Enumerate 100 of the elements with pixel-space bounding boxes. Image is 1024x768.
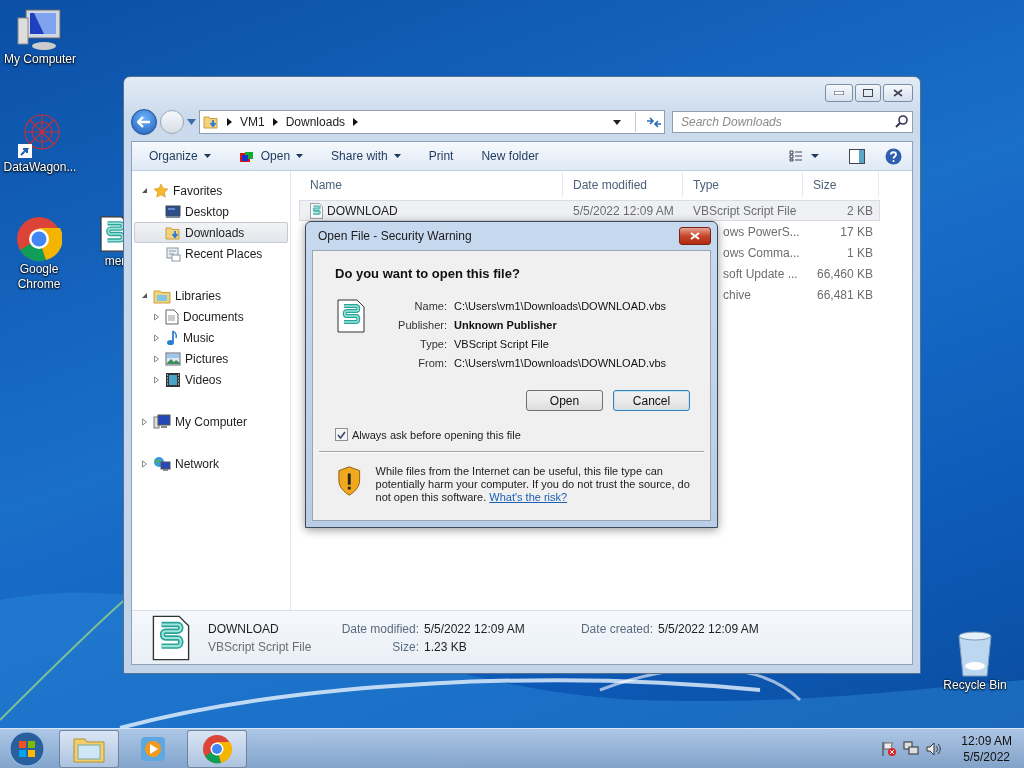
- expand-arrow-icon[interactable]: [153, 375, 160, 384]
- script-file-icon: [337, 299, 365, 333]
- nav-item[interactable]: Recent Places: [134, 243, 288, 264]
- nav-item[interactable]: Pictures: [134, 348, 288, 369]
- expand-arrow-icon[interactable]: [153, 333, 160, 342]
- clock-date: 5/5/2022: [963, 748, 1010, 765]
- caret-icon: [393, 154, 401, 158]
- column-header[interactable]: Size: [803, 172, 879, 197]
- nav-item[interactable]: Documents: [134, 306, 288, 327]
- breadcrumb-item[interactable]: VM1: [240, 115, 265, 129]
- collapse-arrow-icon[interactable]: [141, 187, 148, 194]
- recycle-bin-icon: [955, 630, 995, 678]
- search-field[interactable]: Search Downloads: [672, 111, 913, 133]
- help-icon[interactable]: [885, 147, 902, 165]
- toolbar-button[interactable]: New folder: [474, 145, 546, 167]
- field-label: Size:: [391, 639, 419, 654]
- preview-pane-icon[interactable]: [849, 148, 865, 164]
- field-value: 1.23 KB: [424, 639, 468, 654]
- risk-link[interactable]: What's the risk?: [489, 491, 568, 503]
- close-button[interactable]: [883, 84, 913, 102]
- taskbar-button[interactable]: [187, 729, 247, 768]
- size-cell-text: 66,481 KB: [815, 287, 874, 302]
- computer-icon: [153, 413, 171, 430]
- checkmark-icon: [337, 430, 346, 439]
- network-icon[interactable]: [903, 740, 920, 757]
- type-cell-text: VBScript Script File: [692, 203, 798, 218]
- refresh-icon[interactable]: [644, 114, 664, 130]
- chrome-icon: [202, 733, 232, 764]
- expand-arrow-icon[interactable]: [141, 417, 148, 426]
- nav-item[interactable]: Music: [134, 327, 288, 348]
- desktop-icon-label[interactable]: mer: [104, 254, 126, 269]
- field-value: 5/5/2022 12:09 AM: [424, 621, 526, 636]
- chevron-icon: [227, 118, 232, 126]
- chevron-icon: [272, 118, 278, 126]
- nav-item[interactable]: My Computer: [134, 411, 288, 432]
- column-header[interactable]: Date modified: [563, 172, 683, 197]
- history-caret-icon[interactable]: [187, 119, 196, 125]
- taskbar-button[interactable]: [59, 729, 119, 768]
- expand-arrow-icon[interactable]: [153, 312, 160, 321]
- music-note-icon: [165, 329, 179, 346]
- column-header[interactable]: Type: [683, 172, 803, 197]
- breadcrumb-item[interactable]: Downloads: [285, 115, 346, 129]
- nav-item[interactable]: Desktop: [134, 201, 288, 222]
- field-label: Date created:: [579, 621, 653, 636]
- minimize-icon: [834, 91, 844, 95]
- toolbar-button[interactable]: Print: [421, 145, 461, 167]
- file-type: VBScript Script File: [208, 639, 313, 654]
- desktop-icon-label[interactable]: Recycle Bin: [943, 678, 1007, 693]
- clock-time: 12:09 AM: [961, 732, 1012, 749]
- size-cell-text: 1 KB: [846, 245, 874, 260]
- file-row[interactable]: DOWNLOAD 5/5/2022 12:09 AM VBScript Script File 2 KB: [299, 200, 880, 221]
- view-options-icon[interactable]: [789, 150, 819, 162]
- back-arrow-icon: [137, 116, 151, 128]
- maximize-button[interactable]: [855, 84, 881, 102]
- size-cell-text: 17 KB: [839, 224, 874, 239]
- toolbar-button[interactable]: Open: [231, 145, 311, 167]
- nav-item[interactable]: Favorites: [134, 180, 288, 201]
- field-value: 5/5/2022 12:09 AM: [658, 621, 759, 636]
- desktop-icon-label[interactable]: DataWagon...: [3, 160, 77, 175]
- expand-arrow-icon[interactable]: [141, 459, 148, 468]
- media-player-icon: [139, 734, 167, 763]
- nav-item[interactable]: Network: [134, 453, 288, 474]
- search-icon[interactable]: [895, 115, 908, 128]
- dialog-button[interactable]: Open: [526, 390, 603, 411]
- nav-item[interactable]: Downloads: [134, 222, 288, 243]
- nav-item[interactable]: Videos: [134, 369, 288, 390]
- expand-arrow-icon[interactable]: [153, 354, 160, 363]
- field-label: Publisher:: [397, 318, 447, 333]
- checkbox[interactable]: [335, 428, 348, 441]
- collapse-arrow-icon[interactable]: [141, 292, 148, 299]
- address-bar[interactable]: VM1 Downloads: [199, 110, 665, 134]
- column-header[interactable]: Name: [300, 172, 563, 197]
- clock[interactable]: 12:09 AM 5/5/2022: [961, 732, 1012, 765]
- download-folder-icon: [203, 114, 219, 130]
- field-label: From:: [417, 356, 447, 371]
- toolbar-button[interactable]: Organize: [142, 145, 218, 167]
- windows-logo-icon: [9, 730, 45, 767]
- file-name: DOWNLOAD: [208, 621, 280, 636]
- nav-item[interactable]: Libraries: [134, 285, 288, 306]
- desktop-icon-label[interactable]: Google Chrome: [8, 262, 70, 292]
- script-file-icon: [152, 614, 190, 661]
- speaker-icon[interactable]: [925, 740, 942, 757]
- chevron-icon: [353, 118, 359, 126]
- dropdown-caret-icon[interactable]: [613, 119, 621, 125]
- recent-places-icon: [165, 245, 181, 262]
- desktop-icon-label[interactable]: My Computer: [4, 52, 76, 67]
- warning-text: While files from the Internet can be useful, this file type can potentially harm your computer. If you do not trust the source, do not open this software. What's the risk?: [375, 465, 691, 504]
- warning-shield-icon: [337, 465, 362, 497]
- close-icon: [690, 232, 700, 240]
- dialog-question: Do you want to open this file?: [334, 265, 521, 281]
- close-button[interactable]: [679, 227, 711, 245]
- chrome-icon: [16, 216, 62, 262]
- field-value: C:\Users\vm1\Downloads\DOWNLOAD.vbs: [454, 299, 667, 314]
- checkbox-label[interactable]: Always ask before opening this file: [352, 428, 521, 441]
- flag-icon[interactable]: [881, 740, 898, 757]
- dialog-button[interactable]: Cancel: [613, 390, 690, 411]
- back-button[interactable]: [131, 109, 157, 135]
- size-cell-text: 66,460 KB: [815, 266, 874, 281]
- star-icon: [153, 182, 169, 199]
- toolbar-button[interactable]: Share with: [324, 145, 408, 167]
